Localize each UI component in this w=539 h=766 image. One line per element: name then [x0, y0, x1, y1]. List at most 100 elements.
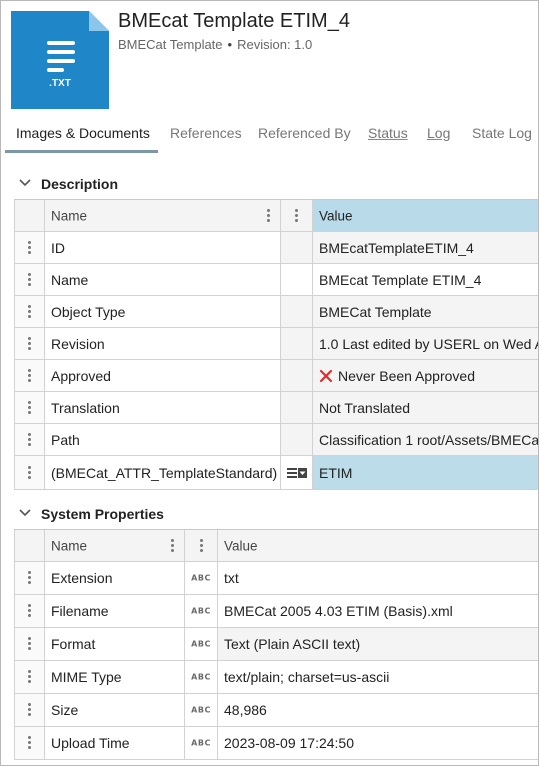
row-value: Classification 1 root/Assets/BMECat T: [319, 431, 539, 448]
tab-state-log[interactable]: State Log: [472, 125, 532, 141]
text-type-icon: ABC: [191, 606, 211, 616]
column-menu-icon[interactable]: [295, 208, 299, 223]
row-drag-handle[interactable]: [14, 296, 45, 327]
row-name: Filename: [51, 603, 109, 619]
row-drag-handle[interactable]: [14, 694, 45, 726]
row-drag-handle[interactable]: [14, 232, 45, 263]
list-dropdown-icon[interactable]: [286, 466, 308, 480]
name-column-header[interactable]: Name: [45, 200, 281, 231]
table-row[interactable]: Extension ABC txt: [14, 562, 538, 595]
row-value: BMECat Template: [319, 303, 432, 320]
row-name: Approved: [51, 367, 111, 384]
text-type-icon: ABC: [191, 738, 211, 748]
table-row[interactable]: Name BMEcat Template ETIM_4: [14, 264, 538, 296]
revision-label: Revision: 1.0: [237, 37, 313, 52]
description-table: Name Value ID BMEcatTemplateETIM_4 Name …: [14, 199, 538, 490]
asset-editor-panel: .TXT BMEcat Template ETIM_4 BMECat Templ…: [0, 0, 539, 766]
chevron-down-icon[interactable]: [17, 175, 33, 191]
column-menu-icon[interactable]: [266, 208, 270, 223]
row-drag-handle[interactable]: [14, 661, 45, 693]
row-value: 48,986: [224, 702, 267, 718]
not-approved-x-icon: [319, 369, 333, 382]
tab-referenced-by[interactable]: Referenced By: [258, 125, 351, 141]
text-type-icon: ABC: [191, 573, 211, 583]
tab-bar: Images & Documents References Referenced…: [1, 119, 538, 153]
type-column-header[interactable]: [185, 530, 218, 561]
table-row[interactable]: Revision 1.0 Last edited by USERL on Wed…: [14, 328, 539, 360]
row-name: Format: [51, 636, 96, 652]
txt-file-icon: .TXT: [11, 11, 109, 109]
active-tab-indicator: [5, 150, 158, 153]
template-standard-value-cell[interactable]: ETIM: [313, 456, 538, 489]
row-value[interactable]: ETIM: [319, 465, 352, 481]
description-header-row: Name Value: [14, 200, 538, 232]
row-value[interactable]: BMEcat Template ETIM_4: [319, 272, 481, 288]
text-type-icon: ABC: [191, 639, 211, 649]
table-row[interactable]: Size ABC 48,986: [14, 694, 538, 727]
row-drag-handle[interactable]: [14, 628, 45, 660]
actions-column-header[interactable]: [281, 200, 313, 231]
chevron-down-icon[interactable]: [17, 505, 33, 521]
value-column-header[interactable]: Value: [313, 200, 538, 231]
row-name: Path: [51, 431, 80, 448]
object-type-label: BMECat Template: [118, 37, 223, 52]
table-row[interactable]: Approved Never Been Approved: [14, 360, 538, 392]
row-value: Never Been Approved: [338, 367, 475, 384]
row-name: (BMECat_ATTR_TemplateStandard): [51, 464, 278, 481]
row-drag-handle[interactable]: [14, 456, 45, 489]
row-drag-handle[interactable]: [14, 727, 45, 759]
row-drag-handle[interactable]: [14, 264, 45, 295]
column-menu-icon[interactable]: [199, 538, 203, 553]
row-handle-header: [14, 200, 45, 231]
description-title: Description: [41, 176, 119, 192]
page-subtitle: BMECat Template • Revision: 1.0: [118, 37, 313, 52]
text-type-icon: ABC: [191, 672, 211, 682]
table-row[interactable]: Path Classification 1 root/Assets/BMECat…: [14, 424, 539, 456]
row-value: 1.0 Last edited by USERL on Wed A: [319, 335, 539, 352]
row-value: Text (Plain ASCII text): [224, 636, 361, 652]
table-row[interactable]: Translation Not Translated: [14, 392, 538, 424]
text-type-icon: ABC: [191, 705, 211, 715]
row-drag-handle[interactable]: [14, 424, 45, 455]
row-value: BMECat 2005 4.03 ETIM (Basis).xml: [224, 603, 453, 619]
page-title: BMEcat Template ETIM_4: [118, 10, 350, 32]
row-drag-handle[interactable]: [14, 392, 45, 423]
tab-images-documents[interactable]: Images & Documents: [16, 125, 150, 141]
row-drag-handle[interactable]: [14, 595, 45, 627]
tab-log[interactable]: Log: [427, 125, 450, 141]
system-properties-title: System Properties: [41, 506, 164, 522]
table-row[interactable]: (BMECat_ATTR_TemplateStandard) ETIM: [14, 456, 538, 490]
row-name: ID: [51, 239, 65, 256]
row-drag-handle[interactable]: [14, 360, 45, 391]
tab-references[interactable]: References: [170, 125, 242, 141]
table-row[interactable]: Format ABC Text (Plain ASCII text): [14, 628, 538, 661]
column-menu-icon[interactable]: [170, 538, 174, 553]
tab-status[interactable]: Status: [368, 125, 408, 141]
svg-text:.TXT: .TXT: [49, 78, 71, 89]
row-name: Extension: [51, 570, 113, 586]
row-name: Object Type: [51, 303, 126, 320]
row-value: BMEcatTemplateETIM_4: [319, 239, 474, 256]
row-name: Upload Time: [51, 735, 130, 751]
system-properties-section-header[interactable]: System Properties: [1, 503, 538, 525]
list-dropdown-button[interactable]: [281, 456, 313, 489]
row-name: Revision: [51, 335, 105, 352]
row-name: Name: [51, 271, 89, 288]
table-row[interactable]: MIME Type ABC text/plain; charset=us-asc…: [14, 661, 538, 694]
row-drag-handle[interactable]: [14, 562, 45, 594]
row-value: text/plain; charset=us-ascii: [224, 669, 390, 685]
row-value: 2023-08-09 17:24:50: [224, 735, 354, 751]
table-row[interactable]: Upload Time ABC 2023-08-09 17:24:50: [14, 727, 538, 760]
name-column-header[interactable]: Name: [45, 530, 185, 561]
table-row[interactable]: Object Type BMECat Template: [14, 296, 538, 328]
value-column-header[interactable]: Value: [218, 530, 538, 561]
system-properties-table: Name Value Extension ABC txt Filename AB…: [14, 529, 538, 760]
row-name: Size: [51, 702, 79, 718]
table-row[interactable]: ID BMEcatTemplateETIM_4: [14, 232, 538, 264]
row-value: txt: [224, 570, 239, 586]
system-header-row: Name Value: [14, 530, 538, 562]
table-row[interactable]: Filename ABC BMECat 2005 4.03 ETIM (Basi…: [14, 595, 538, 628]
row-drag-handle[interactable]: [14, 328, 45, 359]
row-name: MIME Type: [51, 669, 122, 685]
description-section-header[interactable]: Description: [1, 173, 538, 195]
